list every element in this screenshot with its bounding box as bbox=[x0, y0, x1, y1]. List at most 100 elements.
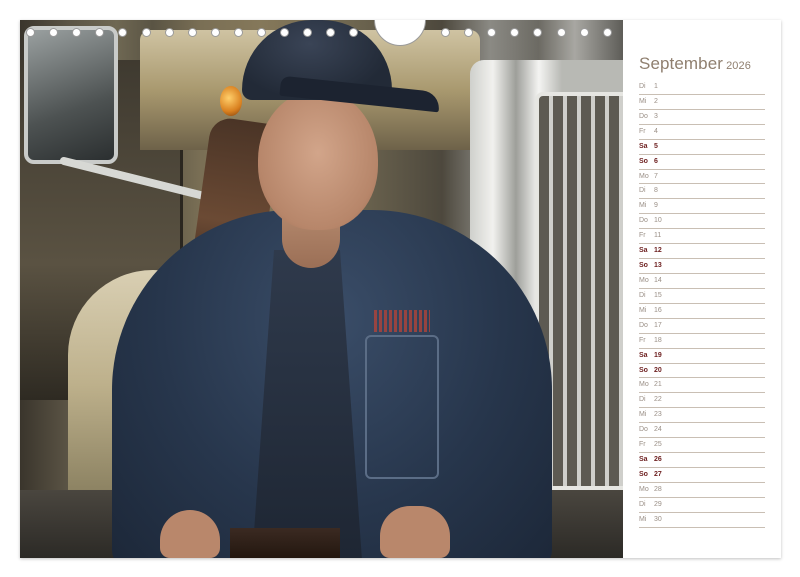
day-number: 30 bbox=[654, 515, 662, 523]
day-row: Di 15 bbox=[639, 289, 765, 304]
day-weekday: Sa bbox=[639, 351, 648, 359]
day-weekday: Do bbox=[639, 112, 648, 120]
day-row: Mo 21 bbox=[639, 378, 765, 394]
day-number: 25 bbox=[654, 441, 662, 449]
day-weekday: So bbox=[639, 366, 648, 374]
day-number: 6 bbox=[654, 157, 658, 165]
binding-hole bbox=[164, 28, 174, 37]
day-number: 16 bbox=[654, 306, 662, 314]
day-weekday: Mo bbox=[639, 172, 649, 180]
day-row: Di 22 bbox=[639, 393, 765, 409]
day-number: 14 bbox=[654, 276, 662, 284]
calendar-panel: September 2026 Di 1 Mi 2 Do 3 Fr 4 Sa 5 So 6 Mo 7 Di 8 Mi… bbox=[623, 20, 781, 558]
day-weekday: Mi bbox=[639, 411, 647, 419]
day-weekday: Sa bbox=[639, 247, 648, 255]
binding-hole bbox=[579, 28, 589, 37]
day-weekday: Di bbox=[639, 187, 646, 195]
day-row: Fr 25 bbox=[639, 438, 765, 454]
binding-hole bbox=[210, 28, 220, 37]
day-weekday: Do bbox=[639, 217, 648, 225]
day-number: 5 bbox=[654, 142, 658, 150]
binding-hole bbox=[257, 28, 266, 37]
day-row: So 27 bbox=[639, 468, 765, 483]
day-row: Mo 28 bbox=[639, 483, 765, 498]
day-row: Mo 14 bbox=[639, 274, 765, 289]
day-row: So 6 bbox=[639, 155, 765, 170]
day-weekday: Fr bbox=[639, 441, 646, 449]
binding-hole bbox=[487, 28, 497, 37]
binding-hole bbox=[326, 28, 336, 37]
day-number: 1 bbox=[654, 83, 658, 90]
day-row: Sa 5 bbox=[639, 140, 765, 155]
day-weekday: Di bbox=[639, 291, 646, 299]
day-number: 20 bbox=[654, 366, 662, 374]
day-weekday: So bbox=[639, 157, 648, 165]
photo-woman-truck-driver bbox=[20, 20, 623, 558]
day-row: So 20 bbox=[639, 364, 765, 379]
day-row: Mi 16 bbox=[639, 304, 765, 319]
day-row: Mi 23 bbox=[639, 408, 765, 424]
day-number: 12 bbox=[654, 247, 662, 255]
day-number: 8 bbox=[654, 187, 658, 195]
binding-hole bbox=[280, 28, 290, 37]
day-weekday: Di bbox=[639, 396, 646, 404]
day-row: Di 8 bbox=[639, 184, 765, 200]
day-weekday: Sa bbox=[639, 456, 648, 464]
binding-hole bbox=[72, 28, 82, 37]
day-row: Mi 2 bbox=[639, 95, 765, 110]
woman-face bbox=[258, 90, 378, 230]
binding-hole bbox=[141, 28, 151, 37]
day-row: Do 10 bbox=[639, 214, 765, 230]
binding-hole bbox=[118, 28, 128, 37]
day-row: Do 3 bbox=[639, 110, 765, 125]
day-weekday: Mo bbox=[639, 276, 649, 284]
binding-hole bbox=[49, 28, 59, 37]
day-row: Sa 12 bbox=[639, 244, 765, 260]
day-number: 23 bbox=[654, 411, 662, 419]
day-weekday: Di bbox=[639, 500, 646, 508]
day-row: Di 29 bbox=[639, 498, 765, 513]
day-row: Mi 9 bbox=[639, 199, 765, 215]
woman-hand-right bbox=[380, 506, 450, 558]
binding-hole bbox=[441, 28, 450, 37]
day-row: Do 17 bbox=[639, 319, 765, 334]
day-row: Sa 26 bbox=[639, 453, 765, 468]
day-number: 3 bbox=[654, 112, 658, 120]
day-number: 17 bbox=[654, 321, 662, 329]
day-number: 27 bbox=[654, 470, 662, 478]
day-number: 29 bbox=[654, 500, 662, 508]
day-number: 9 bbox=[654, 202, 658, 210]
truck-marker-lamp bbox=[220, 86, 242, 116]
day-row: Fr 18 bbox=[639, 334, 765, 349]
day-weekday: Mi bbox=[639, 202, 647, 210]
binding-hole bbox=[187, 28, 197, 37]
day-weekday: So bbox=[639, 470, 648, 478]
day-weekday: Fr bbox=[639, 336, 646, 344]
jacket-patch bbox=[374, 310, 430, 332]
binding-hole bbox=[510, 28, 520, 37]
day-number: 11 bbox=[654, 232, 662, 240]
day-number: 24 bbox=[654, 426, 662, 434]
binding-hole bbox=[464, 28, 474, 37]
binding-hole bbox=[233, 28, 243, 37]
day-number: 15 bbox=[654, 291, 662, 299]
binding-hole bbox=[26, 28, 35, 37]
day-row: Di 1 bbox=[639, 80, 765, 95]
day-weekday: Do bbox=[639, 426, 648, 434]
jacket-pocket bbox=[365, 335, 439, 479]
day-weekday: So bbox=[639, 262, 648, 270]
day-number: 7 bbox=[654, 172, 658, 180]
day-row: So 13 bbox=[639, 259, 765, 274]
day-row: Mi 30 bbox=[639, 513, 765, 528]
binding-hole bbox=[556, 28, 566, 37]
month-year: 2026 bbox=[726, 60, 751, 72]
day-number: 18 bbox=[654, 336, 662, 344]
day-weekday: Mo bbox=[639, 381, 649, 389]
binding-hole bbox=[95, 28, 105, 37]
day-number: 26 bbox=[654, 456, 662, 464]
day-number: 4 bbox=[654, 127, 658, 135]
day-weekday: Mi bbox=[639, 306, 647, 314]
day-weekday: Fr bbox=[639, 232, 646, 240]
month-title: September 2026 bbox=[639, 54, 751, 74]
day-weekday: Do bbox=[639, 321, 648, 329]
